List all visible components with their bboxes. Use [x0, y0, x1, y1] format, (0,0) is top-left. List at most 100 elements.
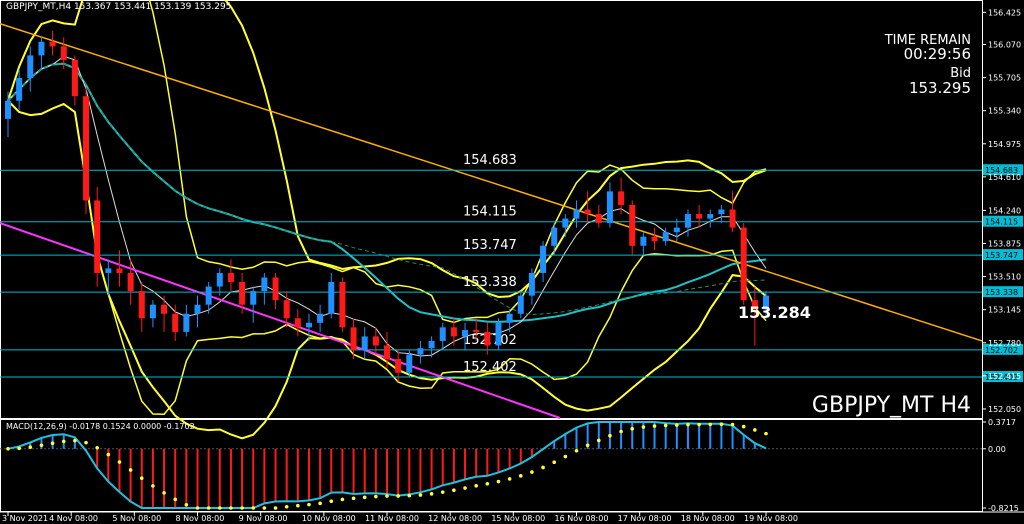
macd-signal-dot: [106, 452, 111, 457]
candle-body: [428, 340, 435, 349]
macd-signal-dot: [374, 494, 378, 499]
macd-signal-dot: [596, 438, 601, 443]
price-tick-label: 153.875: [988, 239, 1021, 248]
candle-body: [662, 232, 669, 242]
macd-signal-dot: [675, 423, 679, 427]
level-annotation: 153.338: [463, 275, 517, 290]
price-tick-label: 154.610: [988, 173, 1021, 182]
macd-tick-label: 0.3717: [988, 418, 1016, 427]
price-tick-label: 154.975: [988, 140, 1021, 149]
macd-signal-dot: [630, 427, 635, 431]
candle-body: [183, 313, 190, 332]
candle-body: [584, 209, 591, 215]
candle-body: [696, 214, 703, 219]
macd-signal-dot: [73, 438, 77, 443]
candle-body: [328, 282, 335, 314]
macd-signal-dot: [608, 433, 612, 438]
macd-signal-dot: [574, 448, 579, 453]
time-tick-label: 3 Nov 2021: [2, 514, 48, 523]
candle-body: [384, 345, 390, 360]
candle-body: [517, 295, 524, 314]
macd-signal-dot: [206, 506, 211, 510]
time-tick-label: 4 Nov 08:00: [49, 514, 98, 523]
macd-signal-dot: [229, 506, 233, 510]
candle-body: [5, 100, 11, 119]
macd-signal-dot: [407, 493, 412, 498]
candle-body: [172, 313, 179, 332]
macd-signal-dot: [496, 479, 501, 484]
candle-body: [339, 282, 346, 328]
macd-signal-dot: [552, 460, 557, 465]
macd-signal-dot: [518, 474, 523, 478]
candle-body: [606, 191, 613, 224]
macd-signal-dot: [452, 488, 456, 493]
macd-signal-dot: [151, 484, 155, 488]
candle-body: [350, 327, 357, 351]
candle-body: [629, 204, 636, 246]
candle-body: [462, 330, 469, 337]
ohlc-values: 153.367 153.441 153.139 153.295: [74, 2, 231, 12]
candle-body: [161, 304, 168, 314]
price-tick-label: 154.240: [988, 206, 1021, 215]
time-tick-label: 18 Nov 08:00: [681, 514, 735, 523]
candle-body: [149, 304, 156, 319]
candle-body: [205, 286, 212, 305]
candle-body: [573, 209, 580, 219]
macd-signal-dot: [50, 441, 55, 446]
macd-signal-dot: [84, 440, 88, 445]
macd-tick-label: 0.00: [988, 445, 1006, 454]
candle-body: [439, 327, 446, 341]
candle-body: [562, 218, 569, 228]
macd-signal-dot: [28, 445, 33, 449]
macd-signal-dot: [530, 470, 534, 474]
candle-body: [305, 322, 312, 328]
candle-body: [450, 327, 457, 337]
macd-tick-label: -0.8215: [988, 504, 1019, 513]
macd-signal-dot: [318, 501, 322, 506]
macd-signal-dot: [329, 499, 334, 503]
macd-signal-dot: [663, 423, 668, 428]
candle-body: [506, 313, 513, 323]
symbol-label: GBPJPY_MT,H4: [6, 2, 71, 12]
price-tick-label: 152.780: [988, 339, 1021, 348]
macd-signal-dot: [117, 460, 122, 464]
level-annotation: 153.747: [463, 238, 517, 253]
candle-body: [194, 304, 201, 314]
macd-signal-dot: [440, 490, 445, 494]
macd-signal-dot: [217, 506, 222, 510]
bid-value: 153.295: [909, 79, 971, 97]
level-price-tag-label: 154.115: [985, 218, 1018, 227]
macd-signal-dot: [385, 494, 389, 498]
macd-signal-dot: [686, 422, 690, 427]
time-tick-label: 10 Nov 08:00: [302, 514, 356, 523]
candle-body: [718, 209, 725, 215]
candle-body: [473, 330, 480, 332]
candle-body: [528, 272, 535, 296]
macd-signal-dot: [162, 491, 166, 495]
macd-signal-dot: [17, 446, 21, 451]
candle-body: [551, 227, 558, 246]
level-price-tag-label: 153.338: [985, 288, 1018, 297]
macd-signal-dot: [296, 503, 300, 508]
time-tick-label: 15 Nov 08:00: [491, 514, 545, 523]
price-tick-label: 156.070: [988, 41, 1021, 50]
time-tick-label: 9 Nov 08:00: [239, 514, 288, 523]
price-tick-label: 153.510: [988, 273, 1021, 282]
macd-signal-dot: [418, 493, 423, 497]
macd-signal-dot: [340, 497, 345, 502]
level-annotation: 154.683: [463, 153, 517, 168]
macd-signal-dot: [351, 496, 356, 501]
candle-body: [227, 272, 234, 283]
macd-signal-dot: [541, 465, 545, 470]
candle-body: [395, 359, 402, 373]
candle-body: [640, 236, 647, 246]
candle-body: [406, 354, 413, 373]
candle-body: [540, 245, 547, 273]
candle-body: [250, 291, 257, 305]
macd-signal-dot: [139, 476, 144, 481]
macd-signal-dot: [719, 422, 724, 427]
candle-body: [595, 214, 602, 224]
macd-signal-dot: [741, 424, 746, 429]
price-chart[interactable]: 154.683154.683154.115154.115153.747153.7…: [0, 0, 1024, 524]
candle-body: [116, 268, 123, 273]
